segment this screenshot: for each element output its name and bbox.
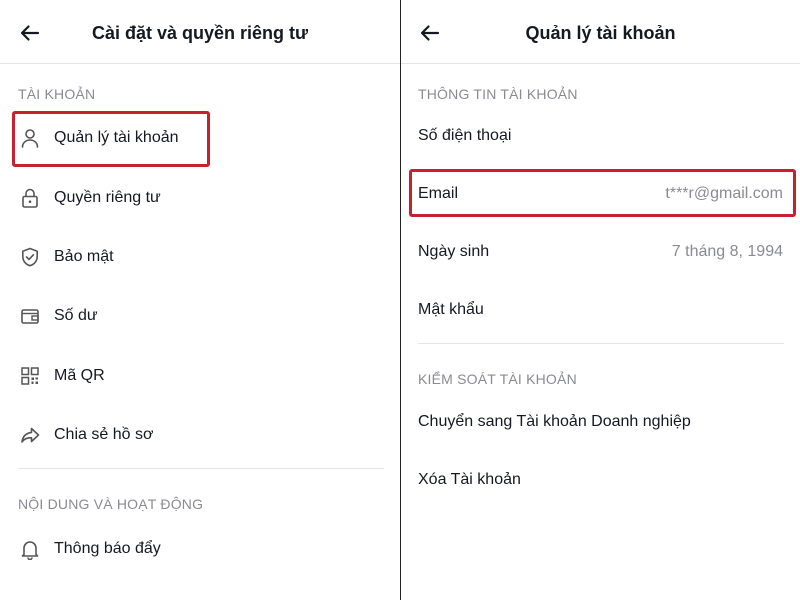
lock-icon	[19, 187, 41, 209]
menu-item-label: Số dư	[54, 307, 98, 324]
divider	[18, 468, 384, 469]
menu-item-label: Mã QR	[54, 367, 105, 384]
section-account-label: TÀI KHOẢN	[18, 86, 96, 102]
header: Quản lý tài khoản	[401, 0, 800, 64]
menu-item-balance[interactable]: Số dư	[0, 291, 400, 341]
menu-item-label: Chia sẻ hồ sơ	[54, 426, 154, 443]
section-account-control-label: KIỂM SOÁT TÀI KHOẢN	[418, 371, 577, 387]
row-label: Số điện thoại	[418, 127, 512, 144]
menu-item-share-profile[interactable]: Chia sẻ hồ sơ	[0, 410, 400, 460]
menu-item-label: Thông báo đẩy	[54, 540, 161, 557]
row-label: Email	[418, 185, 459, 202]
row-label: Mật khẩu	[418, 301, 484, 318]
divider	[418, 343, 784, 344]
row-label: Ngày sinh	[418, 243, 490, 260]
row-delete-account[interactable]: Xóa Tài khoản	[401, 455, 800, 505]
header: Cài đặt và quyền riêng tư	[0, 0, 400, 64]
row-value-email: t***r@gmail.com	[665, 185, 783, 202]
qr-code-icon	[19, 365, 41, 387]
row-switch-business-account[interactable]: Chuyển sang Tài khoản Doanh nghiệp	[401, 397, 800, 447]
row-password[interactable]: Mật khẩu	[401, 285, 800, 335]
row-email[interactable]: Email t***r@gmail.com	[401, 169, 800, 219]
menu-item-push-notifications[interactable]: Thông báo đẩy	[0, 524, 400, 574]
menu-item-security[interactable]: Bảo mật	[0, 232, 400, 282]
menu-item-label: Bảo mật	[54, 248, 114, 265]
share-icon	[19, 424, 41, 446]
row-birthday[interactable]: Ngày sinh 7 tháng 8, 1994	[401, 227, 800, 277]
row-value-birthday: 7 tháng 8, 1994	[671, 243, 783, 260]
wallet-icon	[19, 305, 41, 327]
menu-item-privacy[interactable]: Quyền riêng tư	[0, 173, 400, 223]
page-title: Quản lý tài khoản	[525, 23, 676, 43]
row-phone-number[interactable]: Số điện thoại	[401, 111, 800, 161]
row-label: Xóa Tài khoản	[418, 471, 521, 488]
shield-check-icon	[19, 246, 41, 268]
row-label: Chuyển sang Tài khoản Doanh nghiệp	[418, 413, 691, 430]
menu-item-qr-code[interactable]: Mã QR	[0, 351, 400, 401]
bell-icon	[19, 538, 41, 560]
page-title: Cài đặt và quyền riêng tư	[91, 23, 309, 43]
menu-item-label: Quyền riêng tư	[54, 189, 161, 206]
section-content-label: NỘI DUNG VÀ HOẠT ĐỘNG	[18, 496, 204, 512]
person-icon	[19, 127, 41, 149]
menu-item-manage-account[interactable]: Quản lý tài khoản	[0, 113, 400, 163]
settings-privacy-screen: Cài đặt và quyền riêng tư TÀI KHOẢN Quản…	[0, 0, 400, 600]
section-account-info-label: THÔNG TIN TÀI KHOẢN	[418, 86, 578, 102]
menu-item-label: Quản lý tài khoản	[54, 129, 179, 146]
manage-account-screen: Quản lý tài khoản THÔNG TIN TÀI KHOẢN Số…	[401, 0, 800, 600]
